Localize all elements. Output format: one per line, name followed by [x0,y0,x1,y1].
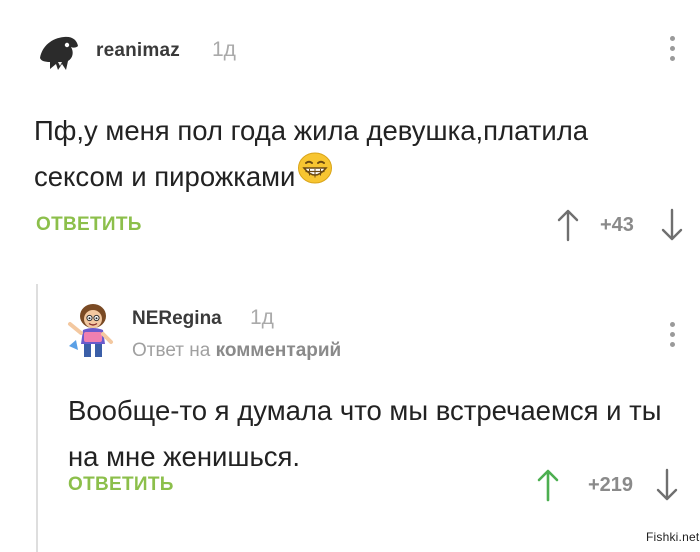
comment-text: Вообще-то я думала что мы встречаемся и … [68,395,662,472]
avatar[interactable] [36,28,80,72]
arrow-up-icon[interactable] [536,468,560,507]
comment-text: Пф,у меня пол года жила девушка,платила … [34,108,674,200]
arrow-down-icon[interactable] [655,468,679,507]
vote-count: +219 [588,474,634,496]
username[interactable]: NERegina [132,308,222,330]
username[interactable]: reanimaz [96,40,180,62]
reply-button[interactable]: ОТВЕТИТЬ [36,214,142,236]
arrow-up-icon[interactable] [556,208,580,247]
comment-time: 1д [250,306,274,329]
vote-count: +43 [600,214,634,236]
reply-to-label[interactable]: Ответ на комментарий [132,340,341,362]
reply-target-link[interactable]: комментарий [216,340,342,361]
avatar[interactable] [66,300,116,362]
reply-button[interactable]: ОТВЕТИТЬ [68,474,174,496]
comment-time: 1д [212,38,236,61]
arrow-down-icon[interactable] [660,208,684,247]
more-vertical-icon[interactable] [670,36,676,66]
grinning-face-emoji [297,152,333,198]
watermark: Fishki.net [646,530,700,544]
more-vertical-icon[interactable] [670,322,676,352]
thread-line [36,284,38,552]
